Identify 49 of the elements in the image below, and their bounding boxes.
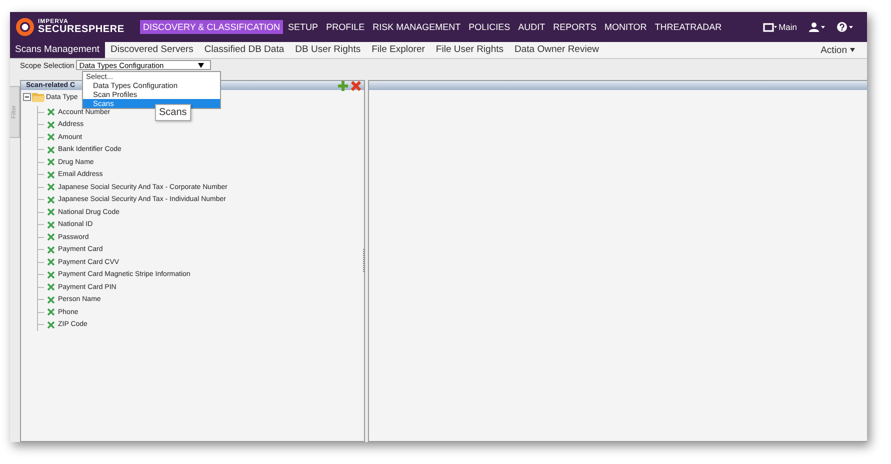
sub-tab[interactable]: Scans Management [10,42,104,58]
data-type-icon [47,170,55,179]
sub-tab[interactable]: Classified DB Data [199,42,290,58]
data-type-icon [47,283,55,292]
sub-tab[interactable]: File Explorer [366,42,430,58]
data-type-icon [47,233,55,242]
data-type-icon [47,270,55,279]
splitter-handle[interactable] [363,249,365,273]
nav-tab[interactable]: SETUP [285,20,322,34]
data-type-icon [47,258,55,266]
window-icon [762,22,777,32]
data-type-icon [47,120,55,129]
action-menu[interactable]: Action [820,44,855,56]
tooltip: Scans [155,104,191,121]
dropdown-arrow-icon [198,62,204,68]
data-type-icon [47,246,55,254]
workspace-menu[interactable]: Main [762,22,797,32]
data-type-icon [47,308,55,316]
data-type-icon [47,183,55,192]
delete-icon[interactable] [351,80,361,90]
nav-tab[interactable]: POLICIES [466,20,514,34]
caret-icon [850,48,855,52]
data-type-icon [47,320,55,329]
data-type-icon [47,146,55,154]
add-icon[interactable] [338,80,348,90]
sub-tab[interactable]: File User Rights [430,42,508,58]
collapse-icon[interactable] [23,93,31,101]
sub-tab[interactable]: Data Owner Review [510,42,604,58]
nav-tab[interactable]: THREATRADAR [652,20,725,34]
data-type-icon [47,220,55,229]
sub-tab[interactable]: Discovered Servers [106,42,198,58]
nav-tab[interactable]: PROFILE [323,20,368,34]
data-type-icon [47,133,55,142]
logo-product: SECURESPHERE [38,25,124,35]
nav-tab[interactable]: REPORTS [550,20,600,34]
data-type-icon [47,196,55,204]
data-type-icon [47,296,55,304]
data-type-icon [47,108,55,116]
sub-tab[interactable]: DB User Rights [290,42,366,58]
data-type-icon [47,208,55,216]
user-icon[interactable] [809,22,825,32]
nav-tab[interactable]: MONITOR [601,20,650,34]
help-icon[interactable] [837,22,853,32]
nav-tab[interactable]: AUDIT [515,20,548,34]
nav-tab[interactable]: RISK MANAGEMENT [370,20,464,34]
nav-tab[interactable]: DISCOVERY & CLASSIFICATION [140,20,284,34]
logo-icon [15,17,35,37]
data-type-icon [47,158,55,166]
folder-icon [32,92,45,102]
